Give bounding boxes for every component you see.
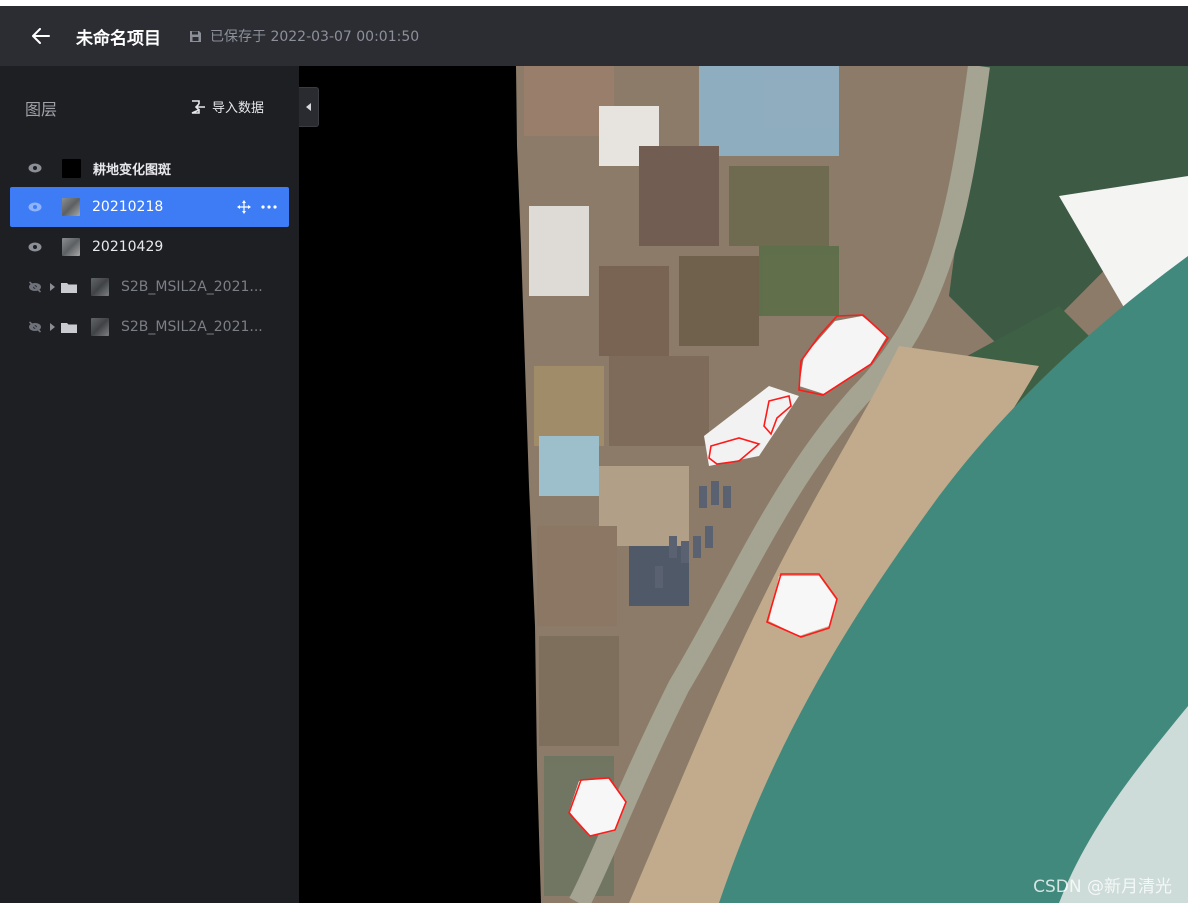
save-status-text: 已保存于 2022-03-07 00:01:50	[210, 29, 420, 45]
layers-panel: 图层 导入数据 耕地变化图斑 20210218 20210429 S2B_MSI…	[0, 66, 299, 903]
app-window: 未命名项目 已保存于 2022-03-07 00:01:50 图层 导入数据 耕…	[0, 6, 1188, 903]
import-data-button[interactable]: 导入数据	[191, 97, 264, 116]
layer-item[interactable]: 20210429	[10, 227, 289, 267]
save-icon	[190, 30, 201, 42]
project-title[interactable]: 未命名项目	[76, 24, 161, 49]
more-icon[interactable]	[261, 205, 277, 209]
layer-name: S2B_MSIL2A_2021...	[121, 319, 263, 335]
eye-icon[interactable]	[28, 242, 42, 252]
layer-name: 20210429	[92, 239, 164, 255]
satellite-imagery	[516, 66, 1188, 903]
save-status: 已保存于 2022-03-07 00:01:50	[189, 26, 419, 46]
layer-name: S2B_MSIL2A_2021...	[121, 279, 263, 295]
layer-actions	[237, 187, 277, 227]
satellite-thumbnail-icon	[91, 278, 109, 296]
eye-off-icon[interactable]	[28, 281, 42, 293]
layers-heading: 图层	[25, 100, 58, 119]
eye-icon[interactable]	[28, 202, 42, 212]
layer-item-selected[interactable]: 20210218	[10, 187, 289, 227]
back-button[interactable]	[30, 25, 52, 47]
expand-caret-icon[interactable]	[50, 283, 55, 291]
move-icon[interactable]	[237, 200, 251, 214]
satellite-thumbnail-icon	[62, 198, 80, 216]
layer-item[interactable]: 耕地变化图斑	[10, 148, 289, 188]
caret-left-icon	[306, 103, 311, 111]
black-swatch-icon	[62, 158, 81, 178]
satellite-thumbnail-icon	[62, 238, 80, 256]
satellite-thumbnail-icon	[91, 318, 109, 336]
layer-group-item[interactable]: S2B_MSIL2A_2021...	[10, 307, 289, 347]
collapse-panel-button[interactable]	[299, 87, 319, 127]
map-canvas[interactable]: CSDN @新月清光	[299, 66, 1188, 903]
watermark-text: CSDN @新月清光	[1033, 877, 1172, 897]
top-bar: 未命名项目 已保存于 2022-03-07 00:01:50	[0, 6, 1188, 66]
folder-icon	[61, 322, 77, 333]
layer-name: 20210218	[92, 199, 164, 215]
folder-icon	[61, 282, 77, 293]
layer-name: 耕地变化图斑	[93, 162, 172, 178]
layers-panel-header: 图层 导入数据	[0, 66, 299, 150]
layer-group-item[interactable]: S2B_MSIL2A_2021...	[10, 267, 289, 307]
arrow-left-icon	[32, 28, 50, 44]
eye-icon[interactable]	[28, 163, 42, 173]
import-data-label: 导入数据	[212, 101, 265, 116]
eye-off-icon[interactable]	[28, 321, 42, 333]
import-icon	[191, 99, 205, 114]
expand-caret-icon[interactable]	[50, 323, 55, 331]
